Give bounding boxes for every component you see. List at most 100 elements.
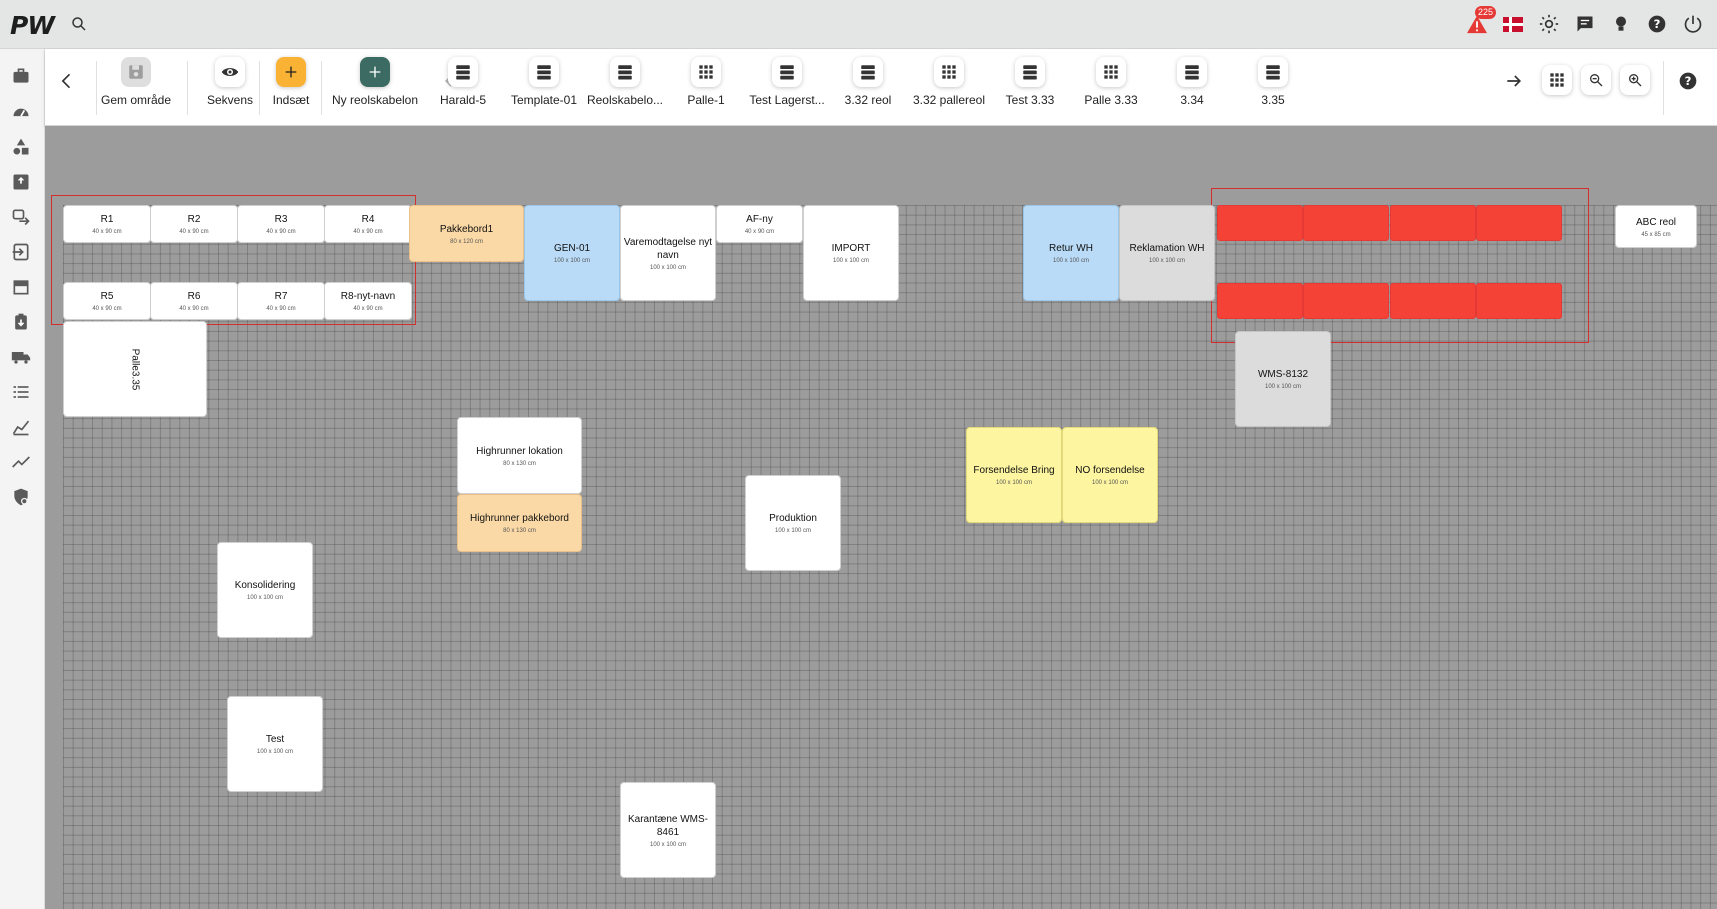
location-produktion[interactable]: Produktion 100 x 100 cm [745,475,841,571]
power-icon[interactable] [1681,12,1705,36]
location-r4[interactable]: R4 40 x 90 cm [324,205,412,243]
location-import[interactable]: IMPORT 100 x 100 cm [803,205,899,301]
template-button[interactable]: Test 3.33 [990,57,1070,107]
template-label: Reolskabelo... [586,93,664,107]
location-r1[interactable]: R1 40 x 90 cm [63,205,151,243]
location-test[interactable]: Test 100 x 100 cm [227,696,323,792]
alert-icon[interactable]: 225 [1465,6,1497,36]
dashboard-icon[interactable] [11,102,31,122]
template-button[interactable]: Palle-1 [666,57,746,107]
location-name: R3 [274,214,288,225]
briefcase-icon[interactable] [11,66,31,86]
grid-view-button[interactable] [1542,65,1572,95]
location-r3[interactable]: R3 40 x 90 cm [237,205,325,243]
template-button[interactable]: Palle 3.33 [1071,57,1151,107]
selected-location[interactable] [1217,283,1303,319]
location-pakkebord1[interactable]: Pakkebord1 80 x 120 cm [409,205,524,262]
location-r7[interactable]: R7 40 x 90 cm [237,282,325,320]
location-highrunner-pakkebord[interactable]: Highrunner pakkebord 80 x 130 cm [457,494,582,552]
zoom-in-button[interactable] [1620,65,1650,95]
template-button[interactable]: Test Lagerst... [747,57,827,107]
danish-flag-icon[interactable] [1501,12,1525,36]
location-name: Varemodtagelse nyt navn [623,236,713,261]
location-wms-8132[interactable]: WMS-8132 100 x 100 cm [1235,331,1331,427]
selected-location[interactable] [1390,283,1476,319]
brightness-icon[interactable] [1537,12,1561,36]
chart-area-icon[interactable] [11,417,31,437]
save-area-button[interactable]: Gem område [96,57,176,107]
inbox-upload-icon[interactable] [11,172,31,192]
location-r8[interactable]: R8-nyt-navn 40 x 90 cm [324,282,412,320]
location-varemodtagelse[interactable]: Varemodtagelse nyt navn 100 x 100 cm [620,205,716,301]
location-name: WMS-8132 [1257,369,1308,380]
shapes-icon[interactable] [11,137,31,157]
location-name: R4 [361,214,375,225]
location-reklamation-wh[interactable]: Reklamation WH 100 x 100 cm [1119,205,1215,301]
new-template-label: Ny reolskabelon [331,93,419,107]
template-button[interactable]: Reolskabelo... [585,57,665,107]
app-logo[interactable]: PW [10,11,55,40]
search-icon[interactable] [70,15,88,33]
zoom-out-button[interactable] [1581,65,1611,95]
template-button[interactable]: 3.35 [1233,57,1313,107]
location-abc-reol[interactable]: ABC reol 45 x 85 cm [1615,205,1697,248]
location-karantaene-wms-8461[interactable]: Karantæne WMS-8461 100 x 100 cm [620,782,716,878]
template-button[interactable]: 3.32 pallereol [909,57,989,107]
location-r5[interactable]: R5 40 x 90 cm [63,282,151,320]
location-r2[interactable]: R2 40 x 90 cm [150,205,238,243]
location-name: R1 [100,214,114,225]
location-af-ny[interactable]: AF-ny 40 x 90 cm [716,205,803,243]
sequence-button[interactable]: Sekvens [192,57,268,107]
new-template-button[interactable]: Ny reolskabelon [323,57,427,107]
list-icon[interactable] [11,382,31,402]
location-r6[interactable]: R6 40 x 90 cm [150,282,238,320]
template-button[interactable]: 3.34 [1152,57,1232,107]
location-name: Highrunner lokation [476,445,563,457]
chat-icon[interactable] [1573,12,1597,36]
template-label: Harald-5 [439,93,487,107]
help-icon[interactable]: ? [1678,71,1698,91]
divider [1663,61,1664,115]
pallet-grid-icon [934,57,964,87]
template-button[interactable]: Harald-5 [423,57,503,107]
location-name: NO forsendelse [1075,465,1145,476]
warehouse-canvas[interactable]: R1 40 x 90 cm R2 40 x 90 cm R3 40 x 90 cm R… [45,126,1717,909]
selected-location[interactable] [1303,283,1389,319]
location-forsendelse-bring[interactable]: Forsendelse Bring 100 x 100 cm [966,427,1062,523]
location-retur-wh[interactable]: Retur WH 100 x 100 cm [1023,205,1119,301]
security-icon[interactable] [11,487,31,507]
arrow-right-icon[interactable] [1504,71,1524,91]
store-icon[interactable] [11,277,31,297]
template-label: 3.32 reol [844,93,892,107]
location-dimensions: 40 x 90 cm [744,229,775,235]
location-name: ABC reol [1635,216,1676,228]
location-konsolidering[interactable]: Konsolidering 100 x 100 cm [217,542,313,638]
help-icon[interactable]: ? [1645,12,1669,36]
lightbulb-icon[interactable] [1609,12,1633,36]
location-dimensions: 40 x 90 cm [266,306,296,312]
truck-icon[interactable] [11,347,31,367]
location-dimensions: 40 x 90 cm [92,229,122,235]
selected-location[interactable] [1476,283,1562,319]
location-palle-3-35[interactable]: Palle3.35 [63,321,207,417]
location-dimensions: 100 x 100 cm [1148,258,1186,264]
location-gen-01[interactable]: GEN-01 100 x 100 cm [524,205,620,301]
template-button[interactable]: 3.32 reol [828,57,908,107]
location-highrunner-lokation[interactable]: Highrunner lokation 80 x 130 cm [457,417,582,494]
insert-label: Indsæt [272,93,310,107]
selected-location[interactable] [1476,205,1562,241]
selected-location[interactable] [1217,205,1303,241]
location-no-forsendelse[interactable]: NO forsendelse 100 x 100 cm [1062,427,1158,523]
clipboard-icon[interactable] [11,312,31,332]
location-name: Highrunner pakkebord [470,513,569,524]
selected-location[interactable] [1303,205,1389,241]
selected-location[interactable] [1390,205,1476,241]
location-name: Produktion [769,513,817,524]
insert-button[interactable]: Indsæt [261,57,321,107]
transfer-icon[interactable] [11,207,31,227]
template-button[interactable]: Template-01 [504,57,584,107]
import-icon[interactable] [11,242,31,262]
back-arrow-icon[interactable] [57,71,77,91]
location-dimensions: 45 x 85 cm [1641,231,1671,238]
trending-icon[interactable] [11,452,31,472]
